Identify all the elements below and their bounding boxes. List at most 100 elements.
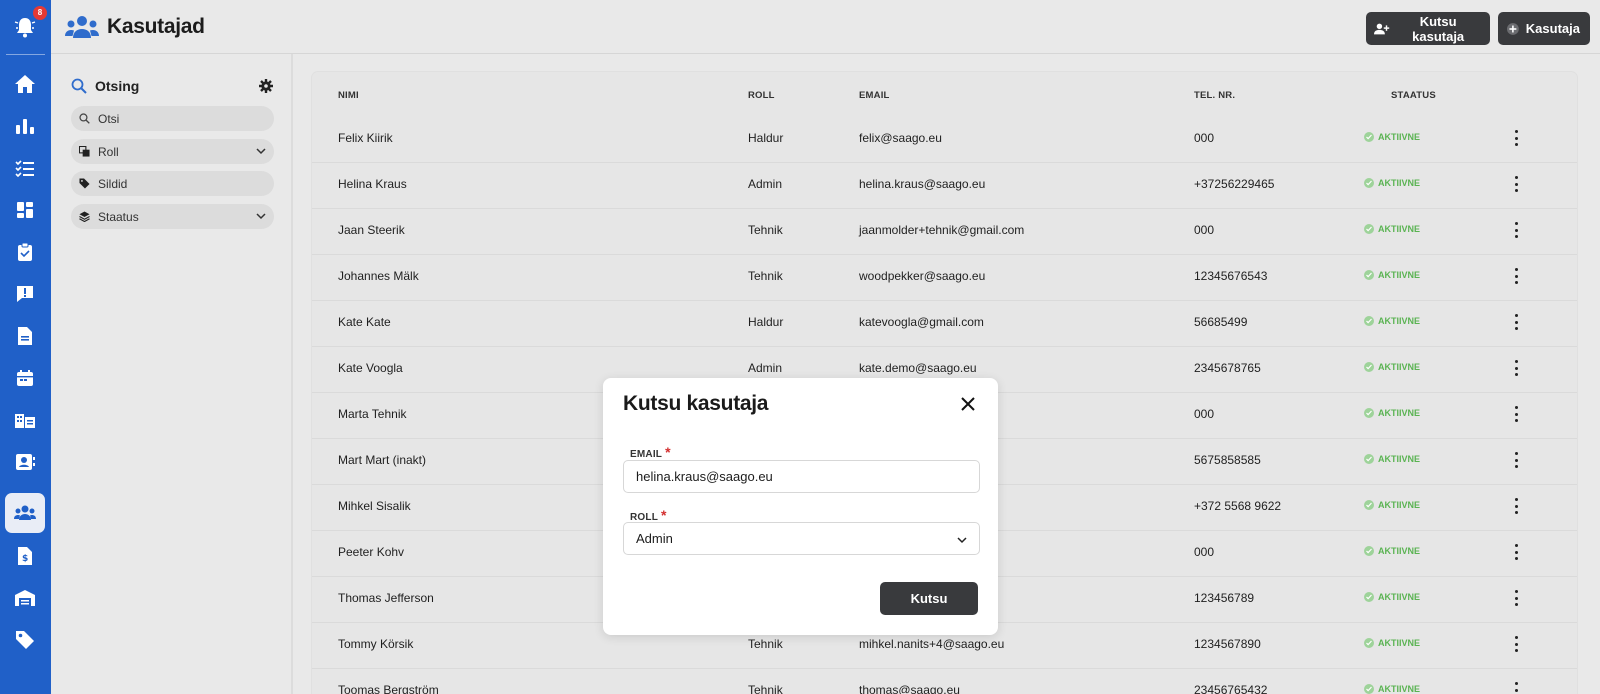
- user-email: jaanmolder+tehnik@gmail.com: [859, 223, 1025, 237]
- tags-filter[interactable]: Sildid: [71, 171, 274, 196]
- row-actions-kebab-icon[interactable]: [1513, 268, 1519, 284]
- status-filter-label: Staatus: [98, 209, 139, 224]
- row-actions-kebab-icon[interactable]: [1513, 452, 1519, 468]
- role-select[interactable]: Admin: [623, 522, 980, 555]
- users-title-icon: [65, 14, 99, 45]
- row-actions-kebab-icon[interactable]: [1513, 360, 1519, 376]
- user-name: Mart Mart (inakt): [338, 453, 427, 467]
- status-badge: AKTIIVNE: [1364, 362, 1420, 372]
- user-name: Toomas Bergström: [338, 683, 439, 694]
- column-header-role[interactable]: ROLL: [748, 90, 775, 101]
- search-placeholder: Otsi: [98, 111, 120, 126]
- gear-icon[interactable]: [259, 79, 273, 98]
- page-title: Kasutajad: [107, 15, 205, 38]
- contact-card-icon[interactable]: [13, 450, 37, 474]
- table-row[interactable]: Kate Kate Haldur katevoogla@gmail.com 56685…: [312, 301, 1577, 347]
- email-field[interactable]: [623, 460, 980, 493]
- add-user-button[interactable]: Kasutaja: [1498, 12, 1590, 45]
- status-badge: AKTIIVNE: [1364, 592, 1420, 602]
- status-badge: AKTIIVNE: [1364, 638, 1420, 648]
- notification-count-badge: 8: [33, 6, 47, 20]
- invoice-icon[interactable]: $: [13, 544, 37, 568]
- document-icon[interactable]: [13, 324, 37, 348]
- rail-divider: [6, 54, 45, 55]
- user-phone: +372 5568 9622: [1194, 499, 1282, 513]
- row-actions-kebab-icon[interactable]: [1513, 176, 1519, 192]
- warehouse-icon[interactable]: [13, 586, 37, 610]
- user-phone: 000: [1194, 545, 1215, 559]
- status-badge: AKTIIVNE: [1364, 500, 1420, 510]
- search-input[interactable]: Otsi: [71, 106, 274, 131]
- email-input[interactable]: [636, 469, 967, 484]
- check-circle-icon: [1364, 638, 1374, 648]
- user-name: Mihkel Sisalik: [338, 499, 411, 513]
- filter-panel: Otsing Otsi Roll Sildid Staatus: [51, 54, 293, 694]
- status-filter-dropdown[interactable]: Staatus: [71, 204, 274, 229]
- buildings-icon[interactable]: [13, 408, 37, 432]
- status-text: AKTIIVNE: [1378, 178, 1421, 188]
- tag-icon[interactable]: [13, 628, 37, 652]
- user-email: katevoogla@gmail.com: [859, 315, 984, 329]
- invite-user-button[interactable]: Kutsu kasutaja: [1366, 12, 1490, 45]
- check-circle-icon: [1364, 546, 1374, 556]
- alert-message-icon[interactable]: [13, 282, 37, 306]
- table-row[interactable]: Toomas Bergström Tehnik thomas@saago.eu 234…: [312, 669, 1577, 694]
- table-row[interactable]: Helina Kraus Admin helina.kraus@saago.eu +3…: [312, 163, 1577, 209]
- row-actions-kebab-icon[interactable]: [1513, 222, 1519, 238]
- user-phone: 5675858585: [1194, 453, 1261, 467]
- close-icon: [961, 396, 975, 411]
- column-header-phone[interactable]: TEL. NR.: [1194, 90, 1235, 101]
- chevron-down-icon: [256, 213, 266, 220]
- check-circle-icon: [1364, 316, 1374, 326]
- calendar-icon[interactable]: [13, 366, 37, 390]
- row-actions-kebab-icon[interactable]: [1513, 314, 1519, 330]
- user-name: Peeter Kohv: [338, 545, 405, 559]
- row-actions-kebab-icon[interactable]: [1513, 590, 1519, 606]
- user-role: Haldur: [748, 131, 784, 145]
- table-row[interactable]: Felix Kiirik Haldur felix@saago.eu 000 AKTII…: [312, 117, 1577, 163]
- row-actions-kebab-icon[interactable]: [1513, 544, 1519, 560]
- status-text: AKTIIVNE: [1378, 454, 1421, 464]
- row-actions-kebab-icon[interactable]: [1513, 682, 1519, 694]
- status-text: AKTIIVNE: [1378, 132, 1421, 142]
- check-circle-icon: [1364, 454, 1374, 464]
- home-icon[interactable]: [13, 72, 37, 96]
- user-email: mihkel.nanits+4@saago.eu: [859, 637, 1005, 651]
- user-phone: 12345676543: [1194, 269, 1268, 283]
- close-modal-button[interactable]: [959, 396, 977, 414]
- user-name: Johannes Mälk: [338, 269, 419, 283]
- column-header-status[interactable]: STAATUS: [1391, 90, 1436, 101]
- required-asterisk: *: [661, 507, 667, 523]
- user-name: Thomas Jefferson: [338, 591, 434, 605]
- users-icon[interactable]: [13, 501, 37, 525]
- user-name: Kate Kate: [338, 315, 391, 329]
- column-header-name[interactable]: NIMI: [338, 90, 359, 101]
- dashboard-icon[interactable]: [13, 198, 37, 222]
- table-row[interactable]: Johannes Mälk Tehnik woodpekker@saago.eu 12…: [312, 255, 1577, 301]
- row-actions-kebab-icon[interactable]: [1513, 636, 1519, 652]
- invite-submit-button[interactable]: Kutsu: [880, 582, 978, 615]
- status-badge: AKTIIVNE: [1364, 546, 1420, 556]
- row-actions-kebab-icon[interactable]: [1513, 498, 1519, 514]
- user-role: Haldur: [748, 315, 784, 329]
- search-icon: [71, 78, 87, 94]
- table-row[interactable]: Jaan Steerik Tehnik jaanmolder+tehnik@gmai…: [312, 209, 1577, 255]
- clipboard-icon[interactable]: [13, 240, 37, 264]
- check-circle-icon: [1364, 132, 1374, 142]
- check-circle-icon: [1364, 224, 1374, 234]
- column-header-email[interactable]: EMAIL: [859, 90, 890, 101]
- role-filter-dropdown[interactable]: Roll: [71, 139, 274, 164]
- status-text: AKTIIVNE: [1378, 270, 1421, 280]
- user-email: felix@saago.eu: [859, 131, 942, 145]
- status-text: AKTIIVNE: [1378, 546, 1421, 556]
- row-actions-kebab-icon[interactable]: [1513, 406, 1519, 422]
- invite-user-modal: Kutsu kasutaja EMAIL* ROLL* Admin Kutsu: [603, 378, 998, 635]
- user-phone: +37256229465: [1194, 177, 1275, 191]
- status-text: AKTIIVNE: [1378, 408, 1421, 418]
- row-actions-kebab-icon[interactable]: [1513, 130, 1519, 146]
- user-phone: 000: [1194, 407, 1215, 421]
- role-selected-value: Admin: [636, 531, 673, 546]
- task-list-icon[interactable]: [13, 156, 37, 180]
- bar-chart-icon[interactable]: [13, 114, 37, 138]
- status-badge: AKTIIVNE: [1364, 454, 1420, 464]
